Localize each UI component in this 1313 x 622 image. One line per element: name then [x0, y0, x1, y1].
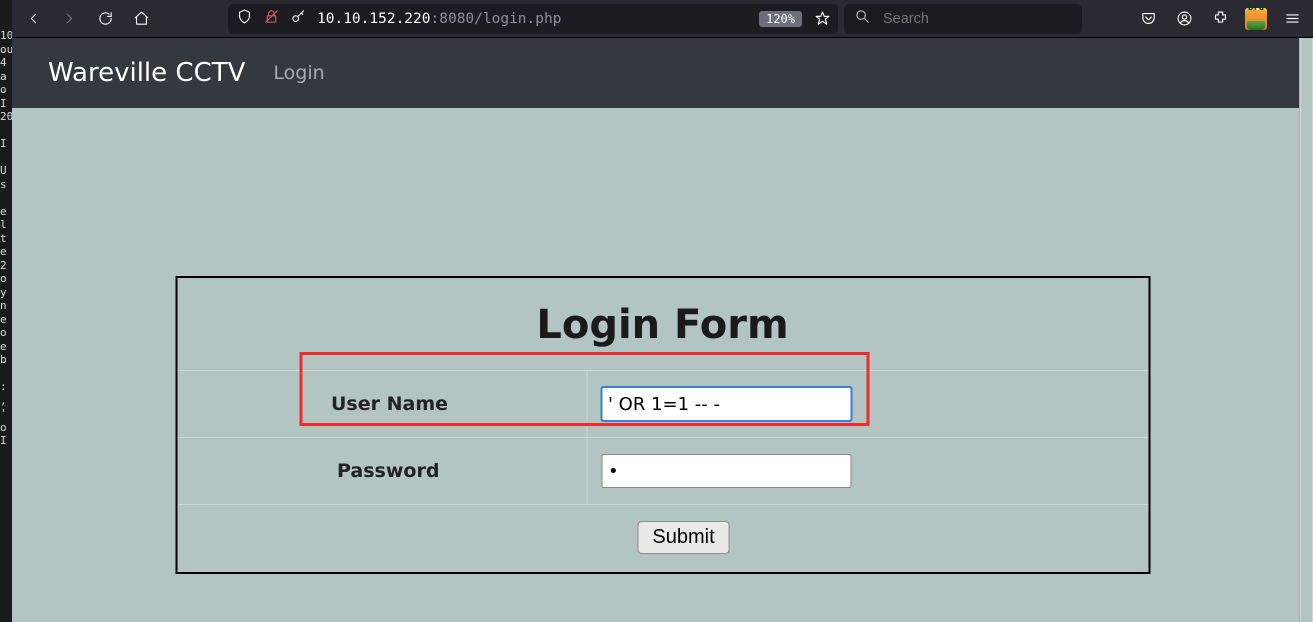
nav-login-link[interactable]: Login: [273, 62, 324, 84]
shield-icon[interactable]: [236, 8, 253, 29]
app-navbar: Wareville CCTV Login: [12, 38, 1313, 108]
bookmark-star-icon[interactable]: [810, 7, 834, 31]
zoom-badge[interactable]: 120%: [759, 11, 802, 27]
username-row: User Name: [177, 371, 1148, 438]
form-title: Login Form: [177, 302, 1148, 348]
brand-title[interactable]: Wareville CCTV: [48, 58, 245, 88]
password-input[interactable]: [601, 454, 851, 488]
pocket-icon[interactable]: [1133, 4, 1163, 34]
extensions-icon[interactable]: [1205, 4, 1235, 34]
url-text: 10.10.152.220:8080/login.php: [317, 11, 749, 27]
search-icon: [854, 8, 871, 29]
password-row: Password: [177, 438, 1148, 505]
search-bar[interactable]: [844, 4, 1082, 34]
search-input[interactable]: [881, 10, 1072, 28]
insecure-lock-icon[interactable]: [263, 8, 280, 29]
home-button[interactable]: [126, 4, 156, 34]
browser-toolbar: 10.10.152.220:8080/login.php 120%: [12, 0, 1313, 38]
submit-button[interactable]: Submit: [637, 521, 729, 554]
burp-suite-icon[interactable]: [1241, 4, 1271, 34]
login-form-container: Login Form User Name Password Submit: [175, 276, 1150, 574]
page-body: Login Form User Name Password Submit: [12, 108, 1313, 622]
password-label: Password: [177, 438, 587, 504]
username-input[interactable]: [601, 387, 851, 421]
back-button[interactable]: [18, 4, 48, 34]
username-label: User Name: [177, 371, 587, 437]
terminal-sliver: is 10 ou 4 a o I 20 I U s e l t e 2 o y …: [0, 0, 12, 622]
vertical-scrollbar[interactable]: [1299, 38, 1313, 622]
reload-button[interactable]: [90, 4, 120, 34]
account-icon[interactable]: [1169, 4, 1199, 34]
hamburger-menu-icon[interactable]: [1277, 4, 1307, 34]
url-bar[interactable]: 10.10.152.220:8080/login.php 120%: [228, 4, 838, 34]
browser-window: 10.10.152.220:8080/login.php 120%: [12, 0, 1313, 622]
key-icon[interactable]: [290, 8, 307, 29]
forward-button[interactable]: [54, 4, 84, 34]
